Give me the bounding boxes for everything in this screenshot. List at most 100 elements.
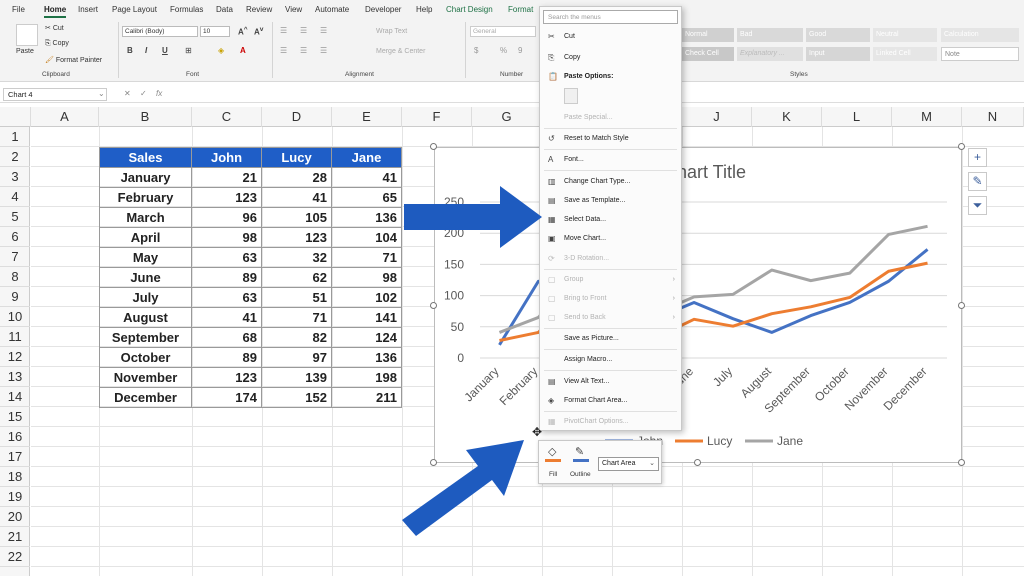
paste-icon[interactable] xyxy=(564,88,578,104)
chart-filters-button[interactable]: ⏷ xyxy=(968,196,987,215)
menu-item-reset-style[interactable]: ↺ Reset to Match Style xyxy=(540,131,681,146)
fill-bucket-icon[interactable]: ◇ xyxy=(548,445,556,458)
row-header[interactable]: 3 xyxy=(0,167,30,187)
value-cell[interactable]: 51 xyxy=(261,287,332,308)
align-left-icon[interactable]: ☰ xyxy=(280,46,287,55)
style-linked-cell[interactable]: Linked Cell xyxy=(873,47,937,61)
row-header[interactable]: 17 xyxy=(0,447,30,467)
copy-button[interactable]: ⎘ Copy xyxy=(45,40,69,48)
fill-color-icon[interactable]: ◈ xyxy=(218,46,224,55)
font-size-select[interactable]: 10 xyxy=(200,26,230,37)
column-header[interactable]: B xyxy=(99,107,192,127)
name-box[interactable]: Chart 4 xyxy=(3,88,107,101)
resize-handle[interactable] xyxy=(958,459,965,466)
value-cell[interactable]: 82 xyxy=(261,327,332,348)
chart-element-select[interactable]: Chart Area ⌄ xyxy=(598,457,659,471)
value-cell[interactable]: 102 xyxy=(331,287,402,308)
value-cell[interactable]: 152 xyxy=(261,387,332,408)
menu-item-format-chart-area[interactable]: ◈ Format Chart Area... xyxy=(540,393,681,408)
value-cell[interactable]: 136 xyxy=(331,207,402,228)
font-name-select[interactable]: Calibri (Body) xyxy=(122,26,198,37)
chevron-down-icon[interactable]: ⌄ xyxy=(98,89,105,98)
value-cell[interactable]: 71 xyxy=(261,307,332,328)
value-cell[interactable]: 174 xyxy=(191,387,262,408)
row-header[interactable]: 1 xyxy=(0,127,30,147)
tab-page-layout[interactable]: Page Layout xyxy=(112,5,157,14)
value-cell[interactable]: 124 xyxy=(331,327,402,348)
function-icon[interactable]: fx xyxy=(156,89,162,98)
value-cell[interactable]: 63 xyxy=(191,287,262,308)
header-cell[interactable]: John xyxy=(191,147,262,168)
value-cell[interactable]: 68 xyxy=(191,327,262,348)
tab-view[interactable]: View xyxy=(285,5,302,14)
header-cell[interactable]: Jane xyxy=(331,147,402,168)
style-check-cell[interactable]: Check Cell xyxy=(682,47,734,61)
value-cell[interactable]: 136 xyxy=(331,347,402,368)
underline-icon[interactable]: U xyxy=(162,46,168,55)
row-header[interactable]: 21 xyxy=(0,527,30,547)
column-header[interactable]: K xyxy=(752,107,822,127)
value-cell[interactable]: 62 xyxy=(261,267,332,288)
month-cell[interactable]: June xyxy=(99,267,192,288)
month-cell[interactable]: May xyxy=(99,247,192,268)
row-header[interactable]: 6 xyxy=(0,227,30,247)
style-normal[interactable]: Normal xyxy=(682,28,734,42)
resize-handle[interactable] xyxy=(958,302,965,309)
column-header[interactable]: N xyxy=(962,107,1024,127)
font-color-icon[interactable]: A xyxy=(240,46,246,55)
tab-chart-design[interactable]: Chart Design xyxy=(446,5,493,14)
value-cell[interactable]: 198 xyxy=(331,367,402,388)
value-cell[interactable]: 105 xyxy=(261,207,332,228)
menu-item-font[interactable]: A Font... xyxy=(540,152,681,167)
align-right-icon[interactable]: ☰ xyxy=(320,46,327,55)
menu-item-save-template[interactable]: ▤ Save as Template... xyxy=(540,193,681,208)
month-cell[interactable]: March xyxy=(99,207,192,228)
menu-item-cut[interactable]: ✂ Cut xyxy=(540,29,681,44)
fill-button[interactable]: Fill xyxy=(549,471,557,478)
menu-item-pivotchart-options[interactable]: ▦ PivotChart Options... xyxy=(540,414,681,429)
value-cell[interactable]: 89 xyxy=(191,267,262,288)
row-header[interactable]: 4 xyxy=(0,187,30,207)
value-cell[interactable]: 41 xyxy=(261,187,332,208)
value-cell[interactable]: 123 xyxy=(191,367,262,388)
menu-item-change-chart-type[interactable]: ▥ Change Chart Type... xyxy=(540,174,681,189)
tab-format[interactable]: Format xyxy=(508,5,533,14)
tab-formulas[interactable]: Formulas xyxy=(170,5,203,14)
tab-insert[interactable]: Insert xyxy=(78,5,98,14)
align-center-icon[interactable]: ☰ xyxy=(300,46,307,55)
month-cell[interactable]: February xyxy=(99,187,192,208)
row-header[interactable]: 16 xyxy=(0,427,30,447)
row-header[interactable]: 18 xyxy=(0,467,30,487)
chart-elements-button[interactable]: + xyxy=(968,148,987,167)
row-header[interactable]: 11 xyxy=(0,327,30,347)
row-header[interactable]: 20 xyxy=(0,507,30,527)
value-cell[interactable]: 89 xyxy=(191,347,262,368)
column-header[interactable]: A xyxy=(31,107,99,127)
cut-button[interactable]: ✂ Cut xyxy=(45,24,64,32)
value-cell[interactable]: 104 xyxy=(331,227,402,248)
month-cell[interactable]: November xyxy=(99,367,192,388)
row-header[interactable]: 9 xyxy=(0,287,30,307)
value-cell[interactable]: 21 xyxy=(191,167,262,188)
pen-icon[interactable]: ✎ xyxy=(575,445,584,458)
menu-item-move-chart[interactable]: ▣ Move Chart... xyxy=(540,231,681,246)
value-cell[interactable]: 63 xyxy=(191,247,262,268)
search-menus-input[interactable]: Search the menus xyxy=(543,10,678,24)
column-header[interactable]: G xyxy=(472,107,542,127)
row-header[interactable]: 15 xyxy=(0,407,30,427)
column-header[interactable]: M xyxy=(892,107,962,127)
chart-styles-button[interactable]: ✎ xyxy=(968,172,987,191)
header-cell[interactable]: Sales xyxy=(99,147,192,168)
value-cell[interactable]: 123 xyxy=(261,227,332,248)
enter-icon[interactable]: ✓ xyxy=(140,89,147,98)
resize-handle[interactable] xyxy=(694,459,701,466)
menu-item-select-data[interactable]: ▦ Select Data... xyxy=(540,212,681,227)
month-cell[interactable]: September xyxy=(99,327,192,348)
percent-icon[interactable]: % xyxy=(500,46,507,55)
row-header[interactable]: 2 xyxy=(0,147,30,167)
value-cell[interactable]: 141 xyxy=(331,307,402,328)
row-header[interactable]: 10 xyxy=(0,307,30,327)
tab-home[interactable]: Home xyxy=(44,5,67,18)
month-cell[interactable]: January xyxy=(99,167,192,188)
style-good[interactable]: Good xyxy=(806,28,870,42)
